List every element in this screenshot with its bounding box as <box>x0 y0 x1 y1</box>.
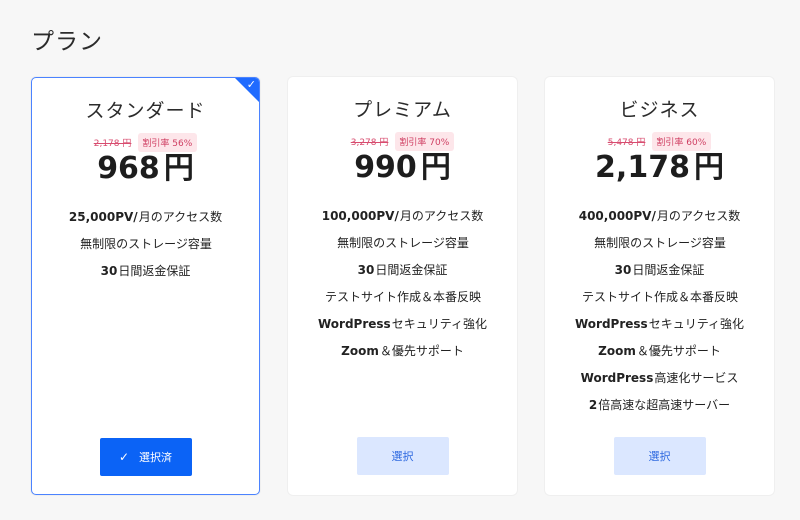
select-button[interactable]: 選択 <box>613 437 706 475</box>
price-value: 990 <box>354 150 417 185</box>
original-price: 5,478 円 <box>607 138 646 148</box>
feature-list: 400,000PV/月のアクセス数 無制限のストレージ容量 30日間返金保証 テ… <box>545 203 774 419</box>
button-label: 選択済 <box>139 451 173 464</box>
feature-item: テストサイト作成＆本番反映 <box>581 290 738 304</box>
feature-list: 25,000PV/月のアクセス数 無制限のストレージ容量 30日間返金保証 <box>32 204 259 285</box>
plan-name: ビジネス <box>619 99 700 121</box>
price-value: 968 <box>97 151 160 186</box>
button-label: 選択 <box>391 450 414 463</box>
price-value: 2,178 <box>595 150 690 185</box>
price: 968 円 <box>32 150 259 188</box>
feature-item: WordPressセキュリティ強化 <box>575 317 744 331</box>
feature-item: WordPressセキュリティ強化 <box>318 317 487 331</box>
button-label: 選択 <box>648 450 671 463</box>
feature-item: 2倍高速な超高速サーバー <box>588 398 731 412</box>
check-icon: ✓ <box>246 78 256 91</box>
feature-item: 30日間返金保証 <box>357 263 448 277</box>
feature-item: 100,000PV/月のアクセス数 <box>321 209 484 223</box>
plan-list: ✓ スタンダード 2,178 円 割引率 56% 968 円 25,000PV/月… <box>31 77 776 497</box>
plan-name: スタンダード <box>85 100 206 122</box>
feature-item: 25,000PV/月のアクセス数 <box>68 210 223 224</box>
page-title: プラン <box>31 29 103 55</box>
feature-item: 無制限のストレージ容量 <box>337 236 469 250</box>
feature-item: 無制限のストレージ容量 <box>594 236 726 250</box>
plan-card-standard[interactable]: ✓ スタンダード 2,178 円 割引率 56% 968 円 25,000PV/月… <box>31 77 260 495</box>
plan-card-premium[interactable]: プレミアム 3,278 円 割引率 70% 990 円 100,000PV/月のア… <box>288 77 517 495</box>
original-price: 3,278 円 <box>350 138 389 148</box>
price-unit: 円 <box>163 151 194 186</box>
feature-item: Zoom＆優先サポート <box>341 344 464 358</box>
feature-item: 30日間返金保証 <box>614 263 705 277</box>
selected-button[interactable]: ✓ 選択済 <box>99 438 192 476</box>
plan-name: プレミアム <box>353 99 452 121</box>
price-unit: 円 <box>420 150 451 185</box>
feature-item: WordPress高速化サービス <box>580 371 739 385</box>
price: 2,178 円 <box>545 149 774 187</box>
price-unit: 円 <box>693 150 724 185</box>
feature-item: 400,000PV/月のアクセス数 <box>578 209 741 223</box>
feature-item: Zoom＆優先サポート <box>598 344 721 358</box>
check-icon: ✓ <box>118 450 130 464</box>
feature-list: 100,000PV/月のアクセス数 無制限のストレージ容量 30日間返金保証 テ… <box>288 203 517 365</box>
feature-item: テストサイト作成＆本番反映 <box>324 290 481 304</box>
original-price: 2,178 円 <box>93 139 132 149</box>
feature-item: 無制限のストレージ容量 <box>80 237 212 251</box>
feature-item: 30日間返金保証 <box>100 264 191 278</box>
plan-card-business[interactable]: ビジネス 5,478 円 割引率 60% 2,178 円 400,000PV/月の… <box>545 77 774 495</box>
select-button[interactable]: 選択 <box>356 437 449 475</box>
price: 990 円 <box>288 149 517 187</box>
